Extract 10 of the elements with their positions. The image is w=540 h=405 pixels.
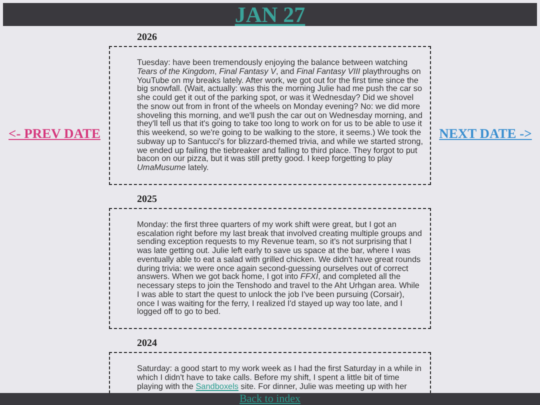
year-heading: 2025 (137, 194, 157, 205)
next-date-link[interactable]: NEXT DATE -> (439, 126, 532, 142)
year-heading: 2024 (137, 338, 157, 349)
year-heading: 2026 (137, 32, 157, 43)
site-link[interactable]: Sandboxels (196, 382, 239, 390)
journal-entry: Tuesday: have been tremendously enjoying the balance between watching Tears of the Kingdom, Final Fantasy V, and Final Fantasy VIII playthroughs on YouTube on my breaks lately. After work, we got out for the first time since the big snowfall. (Wait, actually: was this the morning Julie had me push the car so she could get it out of the parking spot, or was it Wednesday? Did we shovel the snow out from in front of the wheels on Monday evening? No: we did more shoveling this morning, and we'll push the car out on Wednesday morning, and they'll tell us that it's going to take too long to work on for us to be able to use it this weekend, so we're going to be walking to the store, it seems.) We took the subway up to Santucci's for blizzard-themed trivia, and while we started strong, we ended up failing the tiebreaker and falling to third place. They forgot to put bacon on our pizza, but it was still pretty good. I keep forgetting to play UmaMusume lately. (109, 46, 431, 185)
back-to-index-link[interactable]: Back to index (239, 393, 301, 405)
date-title[interactable]: JAN 27 (234, 3, 306, 26)
journal-entry: Monday: the first three quarters of my work shift were great, but I got an escalation right before my last break that involved creating multiple groups and sending exception requests to my Revenue team, so it's not surprising that I was late getting out. Julie left early to save us space at the bar, where I was eventually able to eat a salad with grilled chicken. We didn't have great rounds during trivia: we were once again second-guessing ourselves out of correct answers. When we got back home, I got into FFXI, and completed all the necessary steps to join the Tenshodo and travel to the Aht Urhgan area. While I was able to start the quest to unlock the job I've been pursuing (Corsair), once I was waiting for the ferry, I realized I'd stayed up way too late, and I logged off to go to bed. (109, 208, 431, 329)
prev-date-link[interactable]: <- PREV DATE (8, 126, 100, 142)
